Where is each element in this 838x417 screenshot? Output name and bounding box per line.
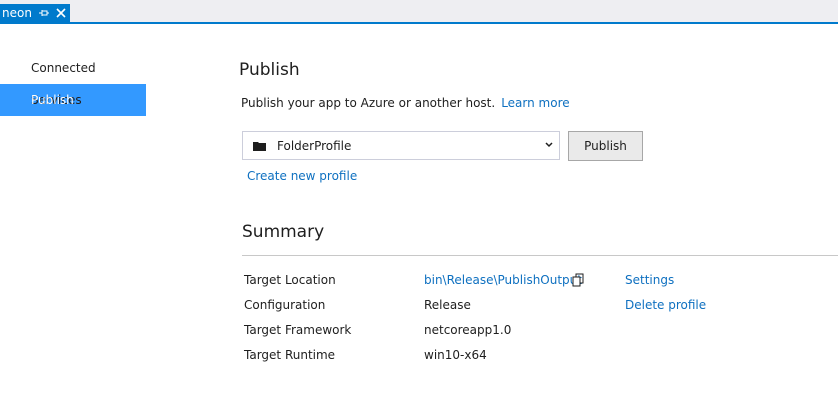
summary-value: win10-x64 (424, 348, 487, 362)
chevron-down-icon[interactable] (545, 142, 553, 148)
summary-row-target-runtime: Target Runtime win10-x64 (244, 348, 838, 366)
pin-icon[interactable] (38, 7, 50, 19)
create-new-profile-link[interactable]: Create new profile (247, 169, 357, 183)
publish-button[interactable]: Publish (568, 131, 643, 161)
document-tab-bar (0, 0, 838, 22)
summary-label: Target Location (244, 273, 336, 287)
summary-label: Target Framework (244, 323, 352, 337)
document-tab-title: neon (2, 6, 32, 20)
summary-row-target-location: Target Location bin\Release\PublishOutpu… (244, 273, 838, 291)
profile-select-value: FolderProfile (277, 139, 352, 153)
summary-label: Configuration (244, 298, 326, 312)
publish-intro: Publish your app to Azure or another hos… (241, 96, 570, 110)
side-nav: Connected Services Publish (0, 52, 146, 116)
nav-item-connected-services[interactable]: Connected Services (0, 52, 146, 107)
folder-icon (253, 142, 266, 151)
document-tab[interactable]: neon (0, 4, 70, 22)
target-location-link[interactable]: bin\Release\PublishOutput (424, 273, 582, 287)
summary-label: Target Runtime (244, 348, 336, 362)
tab-bar-accent-line (0, 22, 838, 24)
profile-select[interactable]: FolderProfile (242, 131, 560, 160)
summary-value: netcoreapp1.0 (424, 323, 512, 337)
nav-item-publish[interactable]: Publish (0, 84, 146, 116)
summary-title: Summary (242, 222, 325, 242)
learn-more-link[interactable]: Learn more (501, 96, 569, 110)
intro-text: Publish your app to Azure or another hos… (241, 96, 496, 110)
summary-value: Release (424, 298, 471, 312)
settings-link[interactable]: Settings (625, 273, 674, 287)
summary-divider (242, 255, 838, 256)
close-icon[interactable] (55, 7, 67, 19)
page-title: Publish (239, 60, 300, 80)
summary-row-configuration: Configuration Release (244, 298, 838, 316)
delete-profile-link[interactable]: Delete profile (625, 298, 706, 312)
copy-icon[interactable] (572, 273, 584, 287)
summary-row-target-framework: Target Framework netcoreapp1.0 (244, 323, 838, 341)
